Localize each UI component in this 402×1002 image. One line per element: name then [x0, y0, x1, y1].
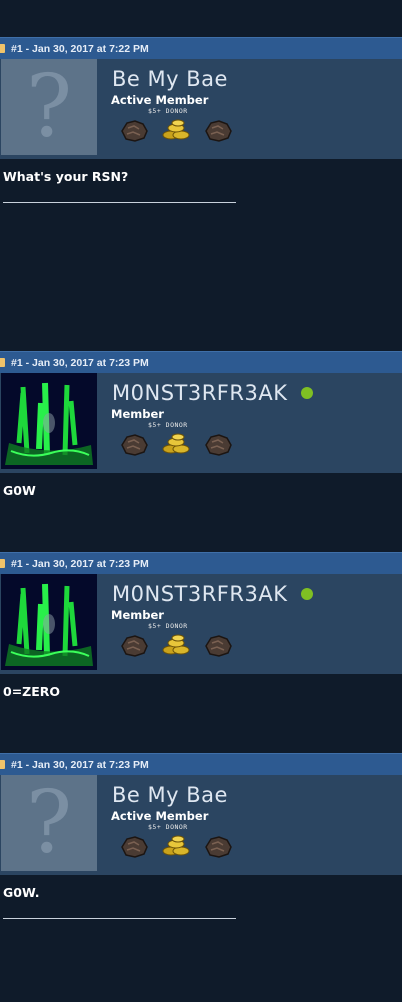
username[interactable]: Be My Bae [112, 67, 228, 91]
monster-claw-avatar-icon [1, 373, 97, 469]
avatar[interactable] [1, 574, 97, 670]
avatar[interactable]: ? [1, 775, 97, 871]
post-header-text: #1 - Jan 30, 2017 at 7:23 PM [11, 758, 149, 771]
username[interactable]: M0NST3RFR3AK [112, 381, 314, 405]
dark-rock-badge-icon [121, 434, 148, 456]
user-info-panel: M0NST3RFR3AK Member $5+ DONOR [0, 574, 402, 674]
user-info-panel: ? Be My Bae Active Member $5+ DONOR [0, 775, 402, 875]
post-header[interactable]: #1 - Jan 30, 2017 at 7:23 PM [0, 753, 402, 775]
avatar[interactable] [1, 373, 97, 469]
post-message: What's your RSN? [3, 169, 129, 184]
gold-coins-badge-icon [162, 433, 190, 454]
post-marker-icon [0, 760, 5, 769]
avatar[interactable]: ? [1, 59, 97, 155]
signature-divider [3, 918, 236, 919]
monster-claw-avatar-icon [1, 574, 97, 670]
post-marker-icon [0, 358, 5, 367]
username[interactable]: M0NST3RFR3AK [112, 582, 314, 606]
user-rank: Active Member [111, 93, 209, 107]
dark-rock-badge-icon [121, 836, 148, 858]
donor-label: $5+ DONOR [148, 823, 188, 831]
post-2: #1 - Jan 30, 2017 at 7:23 PM M0NST3RFR3A… [0, 351, 402, 539]
post-body: What's your RSN? [0, 159, 402, 339]
gold-coins-badge-icon [162, 835, 190, 856]
post-message: G0W [3, 483, 36, 498]
post-message: G0W. [3, 885, 40, 900]
post-3: #1 - Jan 30, 2017 at 7:23 PM M0NST3RFR3A… [0, 552, 402, 740]
user-rank: Member [111, 608, 164, 622]
post-body: G0W. [0, 875, 402, 1002]
dark-rock-badge-icon [205, 120, 232, 142]
dark-rock-badge-icon [121, 635, 148, 657]
post-body: 0=ZERO [0, 674, 402, 740]
dark-rock-badge-icon [205, 434, 232, 456]
gold-coins-badge-icon [162, 634, 190, 655]
signature-divider [3, 202, 236, 203]
dark-rock-badge-icon [121, 120, 148, 142]
badge-row [118, 632, 234, 658]
donor-label: $5+ DONOR [148, 421, 188, 429]
post-4: #1 - Jan 30, 2017 at 7:23 PM ? Be My Bae… [0, 753, 402, 1002]
donor-label: $5+ DONOR [148, 107, 188, 115]
post-1: #1 - Jan 30, 2017 at 7:22 PM ? Be My Bae… [0, 37, 402, 339]
post-header-text: #1 - Jan 30, 2017 at 7:22 PM [11, 42, 149, 55]
badge-row [118, 833, 234, 859]
post-header-text: #1 - Jan 30, 2017 at 7:23 PM [11, 557, 149, 570]
question-mark-avatar-icon: ? [25, 59, 73, 155]
question-mark-avatar-icon: ? [25, 775, 73, 871]
post-header[interactable]: #1 - Jan 30, 2017 at 7:22 PM [0, 37, 402, 59]
online-status-icon [301, 588, 314, 600]
user-info-panel: M0NST3RFR3AK Member $5+ DONOR [0, 373, 402, 473]
user-info-panel: ? Be My Bae Active Member $5+ DONOR [0, 59, 402, 159]
post-body: G0W [0, 473, 402, 539]
post-header[interactable]: #1 - Jan 30, 2017 at 7:23 PM [0, 552, 402, 574]
user-rank: Member [111, 407, 164, 421]
user-rank: Active Member [111, 809, 209, 823]
username[interactable]: Be My Bae [112, 783, 228, 807]
post-header-text: #1 - Jan 30, 2017 at 7:23 PM [11, 356, 149, 369]
post-header[interactable]: #1 - Jan 30, 2017 at 7:23 PM [0, 351, 402, 373]
badge-row [118, 117, 234, 143]
gold-coins-badge-icon [162, 119, 190, 140]
dark-rock-badge-icon [205, 635, 232, 657]
dark-rock-badge-icon [205, 836, 232, 858]
post-marker-icon [0, 559, 5, 568]
online-status-icon [301, 387, 314, 399]
donor-label: $5+ DONOR [148, 622, 188, 630]
badge-row [118, 431, 234, 457]
post-message: 0=ZERO [3, 684, 61, 699]
post-marker-icon [0, 44, 5, 53]
